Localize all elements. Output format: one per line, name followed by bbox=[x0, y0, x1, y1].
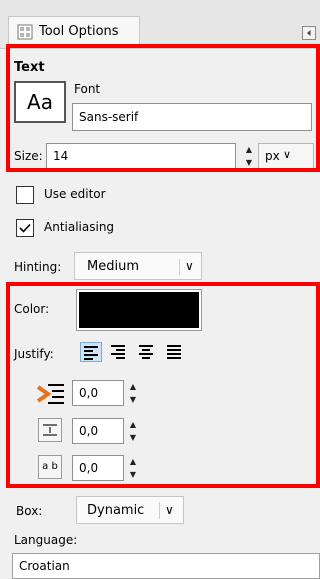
box-value: Dynamic bbox=[87, 503, 145, 518]
font-input[interactable]: Sans-serif bbox=[72, 103, 312, 131]
align-center-icon bbox=[139, 345, 153, 359]
unit-value: px bbox=[265, 149, 280, 163]
indent-icon bbox=[36, 382, 66, 406]
antialiasing-label: Antialiasing bbox=[44, 220, 115, 234]
line-spacing-value: 0,0 bbox=[79, 424, 99, 438]
spin-up-icon[interactable]: ▲ bbox=[128, 380, 138, 393]
indent-input[interactable]: 0,0 bbox=[72, 380, 124, 406]
spin-down-icon[interactable]: ▼ bbox=[128, 393, 138, 406]
letter-spacing-icon-text: a b bbox=[42, 461, 58, 472]
antialiasing-checkbox[interactable] bbox=[16, 219, 34, 237]
font-label: Font bbox=[74, 82, 101, 96]
checkmark-icon bbox=[19, 223, 31, 233]
font-input-value: Sans-serif bbox=[79, 110, 139, 124]
tab-tool-options[interactable]: Tool Options bbox=[8, 16, 140, 48]
justify-label: Justify: bbox=[14, 347, 54, 361]
letter-spacing-spinner[interactable]: ▲ ▼ bbox=[128, 455, 138, 481]
justify-right-button[interactable] bbox=[108, 342, 130, 362]
size-spinner[interactable]: ▲ ▼ bbox=[244, 143, 254, 169]
size-label: Size: bbox=[14, 149, 43, 163]
hinting-dropdown[interactable]: Medium ∨ bbox=[74, 252, 202, 280]
chevron-down-icon: ∨ bbox=[283, 148, 292, 161]
indent-value: 0,0 bbox=[79, 386, 99, 400]
chevron-down-icon bbox=[179, 259, 180, 275]
color-label: Color: bbox=[14, 302, 50, 316]
dropdown-divider bbox=[159, 502, 160, 519]
color-swatch bbox=[79, 292, 199, 328]
language-input[interactable]: Croatian bbox=[12, 553, 320, 579]
font-preview-label: Aa bbox=[27, 90, 53, 114]
section-title-text: Text bbox=[14, 60, 45, 75]
tool-options-icon bbox=[17, 24, 33, 40]
spin-down-icon[interactable]: ▼ bbox=[128, 431, 138, 444]
justify-left-button[interactable] bbox=[80, 342, 102, 362]
size-input[interactable]: 14 bbox=[46, 143, 236, 169]
unit-dropdown[interactable]: px ∨ bbox=[258, 143, 314, 169]
spin-up-icon[interactable]: ▲ bbox=[244, 143, 254, 156]
font-preview-button[interactable]: Aa bbox=[14, 81, 66, 123]
chevron-down-icon: ∨ bbox=[165, 503, 174, 517]
language-value: Croatian bbox=[19, 559, 70, 573]
chevron-down-icon: ∨ bbox=[185, 259, 194, 273]
line-spacing-icon bbox=[38, 418, 62, 442]
align-right-icon bbox=[111, 345, 125, 359]
use-editor-checkbox[interactable] bbox=[16, 186, 34, 204]
tab-label: Tool Options bbox=[39, 24, 119, 39]
panel-menu-button[interactable] bbox=[302, 26, 316, 40]
box-label: Box: bbox=[16, 504, 43, 518]
justify-center-button[interactable] bbox=[136, 342, 158, 362]
size-value: 14 bbox=[53, 149, 69, 163]
color-swatch-button[interactable] bbox=[76, 289, 202, 331]
spin-up-icon[interactable]: ▲ bbox=[128, 418, 138, 431]
spin-down-icon[interactable]: ▼ bbox=[128, 468, 138, 481]
letter-spacing-icon: a b bbox=[38, 455, 62, 479]
justify-fill-button[interactable] bbox=[164, 342, 186, 362]
align-justify-icon bbox=[167, 345, 181, 359]
language-label: Language: bbox=[14, 533, 78, 547]
spin-up-icon[interactable]: ▲ bbox=[128, 455, 138, 468]
triangle-left-icon bbox=[307, 30, 311, 36]
letter-spacing-input[interactable]: 0,0 bbox=[72, 455, 124, 481]
hinting-label: Hinting: bbox=[14, 260, 62, 274]
box-dropdown[interactable]: Dynamic ∨ bbox=[76, 496, 184, 524]
use-editor-label: Use editor bbox=[44, 187, 106, 201]
hinting-value: Medium bbox=[87, 259, 139, 274]
letter-spacing-value: 0,0 bbox=[79, 461, 99, 475]
align-left-icon bbox=[84, 346, 98, 360]
line-spacing-spinner[interactable]: ▲ ▼ bbox=[128, 418, 138, 444]
line-spacing-input[interactable]: 0,0 bbox=[72, 418, 124, 444]
indent-spinner[interactable]: ▲ ▼ bbox=[128, 380, 138, 406]
spin-down-icon[interactable]: ▼ bbox=[244, 156, 254, 169]
